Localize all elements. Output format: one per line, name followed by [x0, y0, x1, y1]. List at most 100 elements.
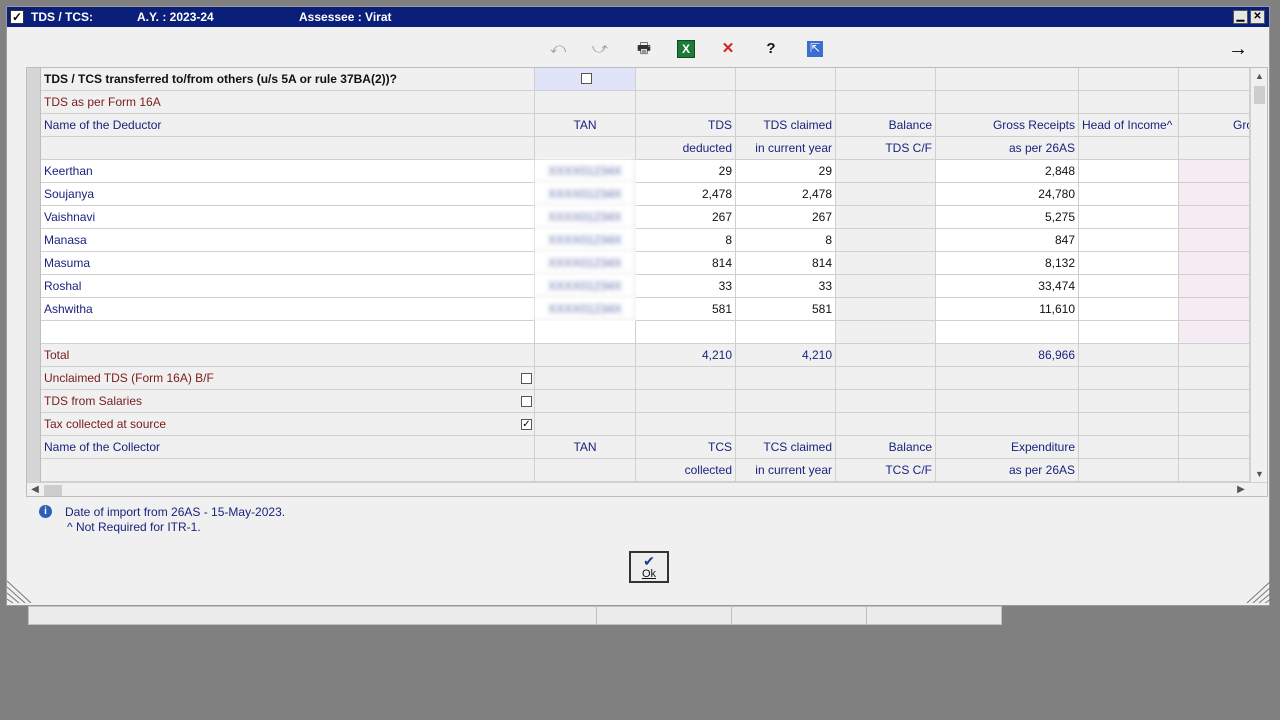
head-of-income[interactable] — [1079, 298, 1179, 321]
horizontal-scroll-thumb[interactable] — [44, 485, 62, 496]
transfer-checkbox[interactable] — [581, 73, 592, 84]
scroll-down-icon[interactable]: ▼ — [1251, 466, 1267, 482]
header-tds-claimed: TDS claimed — [736, 114, 836, 137]
scroll-right-icon[interactable]: ▶ — [1233, 483, 1249, 496]
deductor-tan[interactable]: XXXX01234X — [535, 275, 636, 298]
tds-claimed[interactable]: 33 — [736, 275, 836, 298]
deductor-name[interactable]: Keerthan — [41, 160, 535, 183]
print-icon[interactable]: 🖶 — [633, 39, 655, 59]
next-arrow-icon[interactable]: → — [1227, 39, 1249, 59]
gross-receipts[interactable]: 2,848 — [936, 160, 1079, 183]
table-row[interactable]: Vaishnavi XXXX01234X 267 267 5,275 — [41, 206, 1250, 229]
head-of-income[interactable] — [1079, 160, 1179, 183]
header-collector-name: Name of the Collector — [41, 436, 535, 459]
deductor-tan[interactable]: XXXX01234X — [535, 206, 636, 229]
head-of-income[interactable] — [1079, 206, 1179, 229]
balance-tds-cf — [836, 275, 936, 298]
minimize-button[interactable]: ▁ — [1233, 10, 1248, 24]
deductor-name[interactable]: Masuma — [41, 252, 535, 275]
header-tcs-claimed: TCS claimed — [736, 436, 836, 459]
tds-deducted[interactable]: 581 — [636, 298, 736, 321]
balance-tds-cf — [836, 183, 936, 206]
tds-claimed[interactable]: 8 — [736, 229, 836, 252]
gross-receipts[interactable]: 8,132 — [936, 252, 1079, 275]
tds-claimed[interactable]: 581 — [736, 298, 836, 321]
empty-table-row[interactable] — [41, 321, 1250, 344]
scroll-up-icon[interactable]: ▲ — [1251, 68, 1267, 84]
deductor-name[interactable]: Soujanya — [41, 183, 535, 206]
gross-receipts[interactable]: 11,610 — [936, 298, 1079, 321]
transfer-question-label: TDS / TCS transferred to/from others (u/… — [41, 68, 535, 91]
tds-deducted[interactable]: 814 — [636, 252, 736, 275]
checkmark-icon: ✔ — [643, 553, 655, 569]
deductor-tan[interactable]: XXXX01234X — [535, 298, 636, 321]
help-icon[interactable]: ? — [760, 39, 782, 59]
head-of-income[interactable] — [1079, 183, 1179, 206]
tds-claimed[interactable]: 29 — [736, 160, 836, 183]
header-tds-claimed-sub: in current year — [736, 137, 836, 160]
scroll-left-icon[interactable]: ◀ — [27, 483, 43, 496]
table-row[interactable]: Soujanya XXXX01234X 2,478 2,478 24,780 — [41, 183, 1250, 206]
tcs-checkbox[interactable]: ✓ — [521, 419, 532, 430]
gross-receipts[interactable]: 847 — [936, 229, 1079, 252]
redo-icon[interactable]: ⤻ — [589, 39, 611, 59]
deductor-tan[interactable]: XXXX01234X — [535, 229, 636, 252]
vertical-scroll-thumb[interactable] — [1254, 86, 1265, 104]
header-deductor-name: Name of the Deductor — [41, 114, 535, 137]
horizontal-scrollbar[interactable]: ◀ ▶ — [27, 482, 1267, 496]
table-row[interactable]: Manasa XXXX01234X 8 8 847 — [41, 229, 1250, 252]
window-check-icon[interactable]: ✓ — [10, 10, 24, 24]
resize-grip-right-icon[interactable] — [1243, 577, 1271, 603]
deductor-name[interactable]: Ashwitha — [41, 298, 535, 321]
header-gross-2: Gros — [1179, 114, 1250, 137]
table-row[interactable]: Keerthan XXXX01234X 29 29 2,848 — [41, 160, 1250, 183]
unclaimed-checkbox[interactable] — [521, 373, 532, 384]
tds-claimed[interactable]: 267 — [736, 206, 836, 229]
tds-deducted[interactable]: 33 — [636, 275, 736, 298]
head-of-income[interactable] — [1079, 275, 1179, 298]
deductor-name[interactable]: Manasa — [41, 229, 535, 252]
close-button[interactable]: ✕ — [1250, 10, 1265, 24]
deductor-tan[interactable]: XXXX01234X — [535, 160, 636, 183]
header-balance-sub: TDS C/F — [836, 137, 936, 160]
deductor-name[interactable]: Vaishnavi — [41, 206, 535, 229]
undo-icon[interactable]: ⤺ — [547, 39, 569, 59]
transfer-question-row: TDS / TCS transferred to/from others (u/… — [41, 68, 1250, 91]
tcs-label: Tax collected at source — [41, 413, 535, 436]
deductor-header-row: Name of the Deductor TAN TDS TDS claimed… — [41, 114, 1250, 137]
deductor-tan[interactable]: XXXX01234X — [535, 252, 636, 275]
deductor-name[interactable]: Roshal — [41, 275, 535, 298]
tds-grid: TDS / TCS transferred to/from others (u/… — [26, 67, 1268, 497]
tds-deducted[interactable]: 8 — [636, 229, 736, 252]
salaries-label: TDS from Salaries — [41, 390, 535, 413]
gross-receipts[interactable]: 24,780 — [936, 183, 1079, 206]
table-row[interactable]: Ashwitha XXXX01234X 581 581 11,610 — [41, 298, 1250, 321]
excel-icon[interactable]: X — [677, 40, 695, 58]
tds-deducted[interactable]: 2,478 — [636, 183, 736, 206]
balance-tds-cf — [836, 298, 936, 321]
table-row[interactable]: Masuma XXXX01234X 814 814 8,132 — [41, 252, 1250, 275]
window-title: TDS / TCS: — [31, 10, 93, 24]
tds-deducted[interactable]: 267 — [636, 206, 736, 229]
tds-16a-label: TDS as per Form 16A — [41, 91, 535, 114]
vertical-scrollbar[interactable]: ▲ ▼ — [1250, 68, 1267, 482]
head-of-income[interactable] — [1079, 229, 1179, 252]
table-row[interactable]: Roshal XXXX01234X 33 33 33,474 — [41, 275, 1250, 298]
header-expenditure-sub: as per 26AS — [936, 459, 1079, 482]
head-of-income[interactable] — [1079, 252, 1179, 275]
balance-tds-cf — [836, 206, 936, 229]
tds-claimed[interactable]: 814 — [736, 252, 836, 275]
transfer-checkbox-cell[interactable] — [535, 68, 636, 91]
header-tcs-claimed-sub: in current year — [736, 459, 836, 482]
tds-claimed[interactable]: 2,478 — [736, 183, 836, 206]
delete-icon[interactable]: ✕ — [717, 39, 739, 59]
deductor-tan[interactable]: XXXX01234X — [535, 183, 636, 206]
gross-receipts[interactable]: 5,275 — [936, 206, 1079, 229]
salaries-checkbox[interactable] — [521, 396, 532, 407]
ok-button[interactable]: ✔ Ok — [629, 551, 669, 583]
gross-receipts[interactable]: 33,474 — [936, 275, 1079, 298]
balance-tds-cf — [836, 229, 936, 252]
export-icon[interactable]: ⇱ — [807, 41, 823, 57]
tds-deducted[interactable]: 29 — [636, 160, 736, 183]
resize-grip-left-icon[interactable] — [7, 577, 35, 603]
